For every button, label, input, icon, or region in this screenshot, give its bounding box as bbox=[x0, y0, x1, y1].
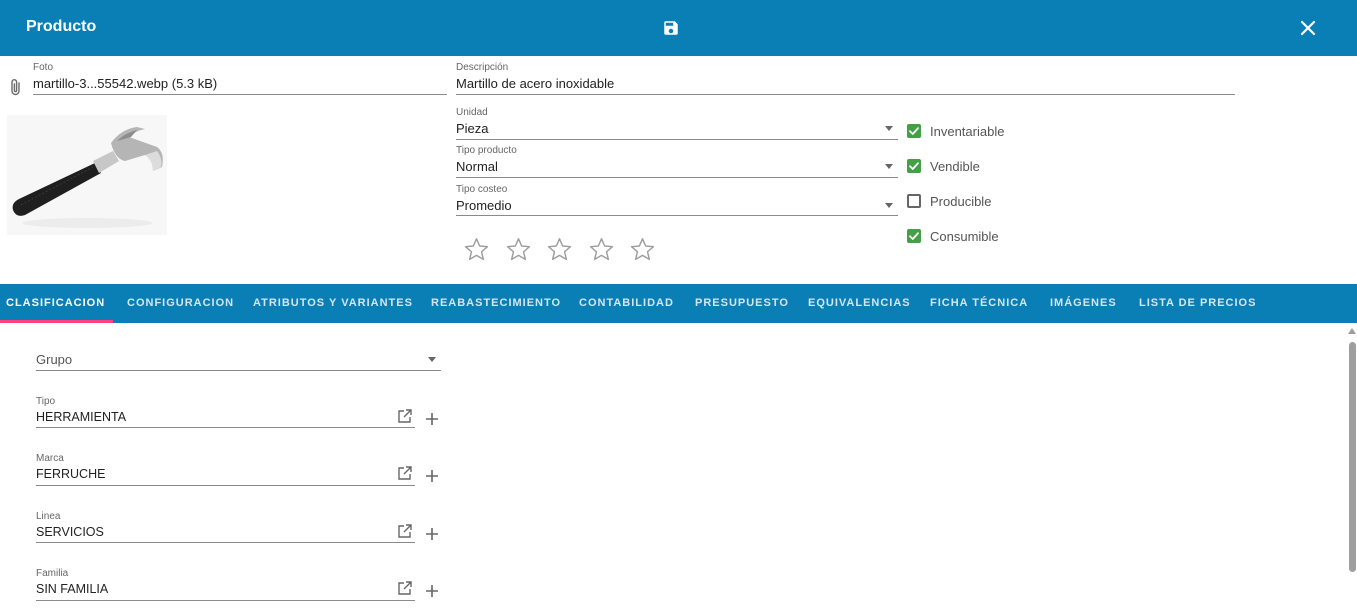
open-external-icon[interactable] bbox=[397, 465, 413, 481]
checkbox-unchecked-icon bbox=[907, 194, 921, 208]
tipo-costeo-underline bbox=[456, 215, 898, 216]
consumible-label: Consumible bbox=[930, 228, 999, 244]
attach-icon[interactable] bbox=[9, 77, 23, 97]
tipo-costeo-dropdown-icon[interactable] bbox=[885, 203, 893, 208]
vendible-checkbox[interactable]: Vendible bbox=[907, 158, 980, 174]
add-icon[interactable] bbox=[425, 584, 439, 598]
product-dialog: Producto Foto martillo-3...55542.webp (5… bbox=[0, 0, 1357, 615]
checkbox-checked-icon bbox=[907, 124, 921, 138]
star-icon[interactable] bbox=[546, 236, 573, 263]
tab-configuracion[interactable]: CONFIGURACION bbox=[127, 284, 234, 323]
rating-stars bbox=[463, 236, 671, 263]
add-icon[interactable] bbox=[425, 412, 439, 426]
foto-input[interactable]: martillo-3...55542.webp (5.3 kB) bbox=[33, 76, 217, 91]
close-icon[interactable] bbox=[1300, 20, 1316, 36]
add-icon[interactable] bbox=[425, 469, 439, 483]
tipo-input[interactable]: HERRAMIENTA bbox=[36, 410, 126, 424]
tab-presupuesto[interactable]: PRESUPUESTO bbox=[695, 284, 789, 323]
familia-underline bbox=[36, 600, 415, 601]
star-icon[interactable] bbox=[463, 236, 490, 263]
grupo-dropdown-icon[interactable] bbox=[428, 357, 436, 362]
scroll-up-arrow[interactable] bbox=[1348, 328, 1356, 334]
tab-imagenes[interactable]: IMÁGENES bbox=[1050, 284, 1117, 323]
open-external-icon[interactable] bbox=[397, 580, 413, 596]
foto-underline bbox=[33, 94, 447, 95]
grupo-select[interactable]: Grupo bbox=[36, 352, 72, 367]
dialog-title: Producto bbox=[26, 18, 97, 35]
tab-ficha-tecnica[interactable]: FICHA TÉCNICA bbox=[930, 284, 1028, 323]
familia-input[interactable]: SIN FAMILIA bbox=[36, 582, 108, 596]
tab-clasificacion[interactable]: CLASIFICACION bbox=[6, 284, 105, 323]
vendible-label: Vendible bbox=[930, 158, 980, 174]
tab-atributos-y-variantes[interactable]: ATRIBUTOS Y VARIANTES bbox=[253, 284, 413, 323]
unidad-dropdown-icon[interactable] bbox=[885, 126, 893, 131]
open-external-icon[interactable] bbox=[397, 408, 413, 424]
inventariable-checkbox[interactable]: Inventariable bbox=[907, 123, 1004, 139]
tipo-producto-select[interactable]: Normal bbox=[456, 159, 498, 174]
tipo-costeo-select[interactable]: Promedio bbox=[456, 198, 512, 213]
consumible-checkbox[interactable]: Consumible bbox=[907, 228, 999, 244]
producible-checkbox[interactable]: Producible bbox=[907, 193, 991, 209]
linea-underline bbox=[36, 542, 415, 543]
add-icon[interactable] bbox=[425, 527, 439, 541]
tab-reabastecimiento[interactable]: REABASTECIMIENTO bbox=[431, 284, 561, 323]
inventariable-label: Inventariable bbox=[930, 123, 1005, 139]
descripcion-label: Descripción bbox=[456, 62, 509, 73]
descripcion-underline bbox=[456, 94, 1235, 95]
tab-lista-de-precios[interactable]: LISTA DE PRECIOS bbox=[1139, 284, 1256, 323]
marca-input[interactable]: FERRUCHE bbox=[36, 467, 105, 481]
star-icon[interactable] bbox=[629, 236, 656, 263]
active-tab-indicator bbox=[0, 320, 113, 323]
tipo-producto-dropdown-icon[interactable] bbox=[885, 164, 893, 169]
grupo-underline bbox=[36, 370, 441, 371]
tipo-underline bbox=[36, 427, 415, 428]
linea-label: Linea bbox=[36, 511, 61, 522]
product-photo bbox=[7, 115, 167, 235]
unidad-label: Unidad bbox=[456, 107, 488, 118]
marca-label: Marca bbox=[36, 453, 64, 464]
checkbox-checked-icon bbox=[907, 229, 921, 243]
tab-contabilidad[interactable]: CONTABILIDAD bbox=[579, 284, 674, 323]
tab-bar: CLASIFICACION CONFIGURACION ATRIBUTOS Y … bbox=[0, 284, 1357, 323]
marca-underline bbox=[36, 485, 415, 486]
dialog-header: Producto bbox=[0, 0, 1357, 56]
foto-label: Foto bbox=[33, 62, 54, 73]
save-icon[interactable] bbox=[662, 19, 680, 37]
descripcion-input[interactable]: Martillo de acero inoxidable bbox=[456, 76, 614, 91]
tipo-producto-underline bbox=[456, 177, 898, 178]
unidad-underline bbox=[456, 139, 898, 140]
checkbox-checked-icon bbox=[907, 159, 921, 173]
tipo-label: Tipo bbox=[36, 396, 56, 407]
linea-input[interactable]: SERVICIOS bbox=[36, 525, 104, 539]
tipo-costeo-label: Tipo costeo bbox=[456, 184, 508, 195]
open-external-icon[interactable] bbox=[397, 523, 413, 539]
tipo-producto-label: Tipo producto bbox=[456, 145, 517, 156]
scrollbar-thumb[interactable] bbox=[1349, 342, 1356, 572]
tab-equivalencias[interactable]: EQUIVALENCIAS bbox=[808, 284, 911, 323]
star-icon[interactable] bbox=[588, 236, 615, 263]
producible-label: Producible bbox=[930, 193, 992, 209]
unidad-select[interactable]: Pieza bbox=[456, 121, 489, 136]
star-icon[interactable] bbox=[505, 236, 532, 263]
familia-label: Familia bbox=[36, 568, 69, 579]
